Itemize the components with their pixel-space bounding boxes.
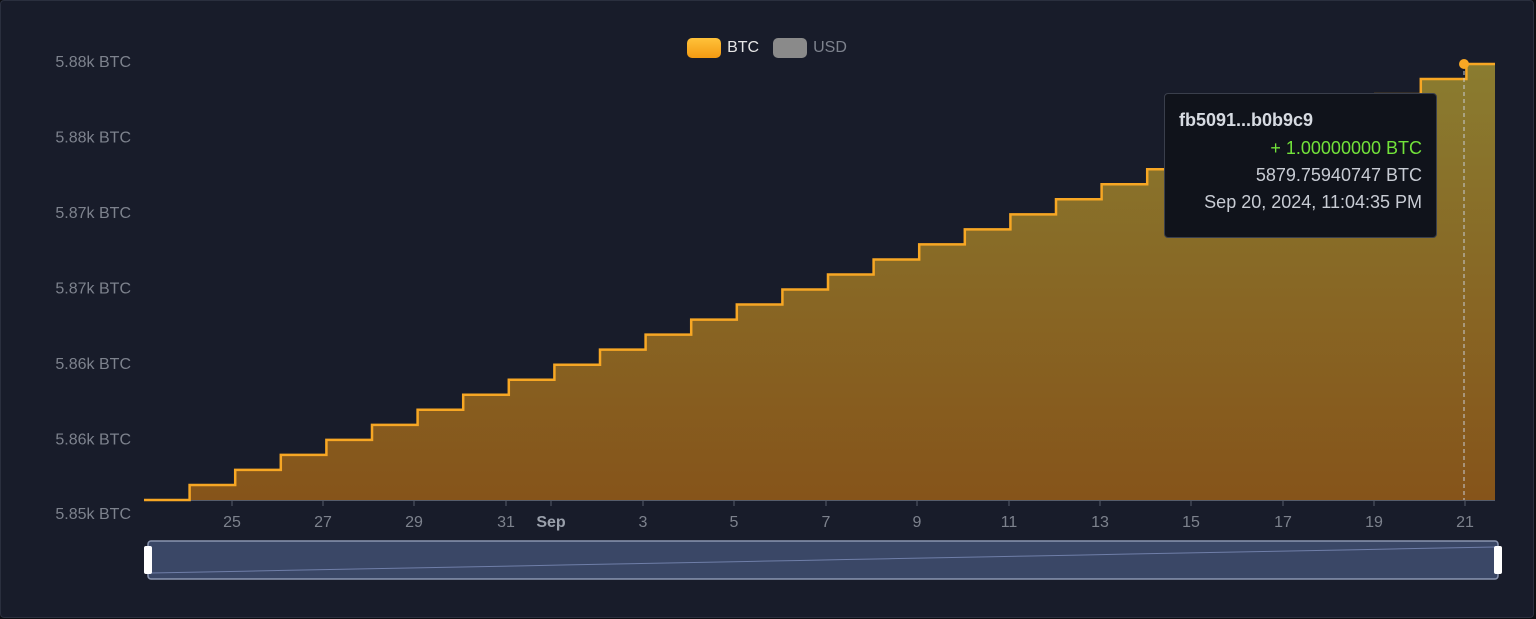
data-point[interactable] (324, 438, 328, 442)
x-tick-label: 3 (639, 514, 648, 531)
x-tick-label: 29 (405, 514, 423, 531)
data-point[interactable] (780, 288, 784, 292)
x-tick-label: 27 (314, 514, 332, 531)
data-point[interactable] (188, 483, 192, 487)
x-tick-label: 13 (1091, 514, 1109, 531)
x-tick-label: 9 (913, 514, 922, 531)
navigator-right-handle[interactable] (1494, 546, 1502, 574)
data-point[interactable] (1008, 212, 1012, 216)
x-tick-label: 15 (1182, 514, 1200, 531)
tooltip-transaction-id: fb5091...b0b9c9 (1179, 110, 1314, 130)
x-axis: 25 27 29 31 Sep 3 5 7 9 11 13 15 17 19 21 (144, 500, 1495, 531)
tooltip-change-amount: + 1.00000000 BTC (1270, 138, 1422, 158)
data-point[interactable] (1100, 182, 1104, 186)
x-tick-label: 31 (497, 514, 515, 531)
x-tick-label: 5 (730, 514, 739, 531)
x-tick-label: 7 (822, 514, 831, 531)
data-point[interactable] (279, 453, 283, 457)
data-point[interactable] (598, 348, 602, 352)
y-tick-label: 5.87k BTC (55, 205, 131, 222)
x-tick-label: 19 (1365, 514, 1383, 531)
y-tick-label: 5.85k BTC (55, 506, 131, 523)
tooltip-datetime: Sep 20, 2024, 11:04:35 PM (1204, 192, 1422, 212)
legend-label-btc: BTC (727, 39, 760, 56)
legend-label-usd: USD (813, 39, 847, 56)
data-point[interactable] (416, 408, 420, 412)
legend-swatch-btc (687, 38, 722, 58)
data-point[interactable] (689, 318, 693, 322)
data-point[interactable] (461, 393, 465, 397)
data-point[interactable] (552, 363, 556, 367)
chart-legend: BTC USD (1, 38, 1533, 58)
data-point[interactable] (1419, 77, 1423, 81)
x-tick-label: 21 (1456, 514, 1474, 531)
x-tick-label: 25 (223, 514, 241, 531)
legend-item-btc[interactable]: BTC (687, 38, 759, 58)
y-tick-label: 5.87k BTC (55, 281, 131, 298)
data-point[interactable] (644, 333, 648, 337)
x-tick-label: 17 (1274, 514, 1292, 531)
data-point[interactable] (917, 242, 921, 246)
data-point[interactable] (1464, 62, 1468, 66)
data-point[interactable] (370, 423, 374, 427)
data-point[interactable] (1054, 197, 1058, 201)
range-navigator[interactable] (144, 540, 1502, 580)
y-tick-label: 5.88k BTC (55, 130, 131, 147)
data-point[interactable] (963, 227, 967, 231)
data-point[interactable] (142, 498, 146, 502)
x-tick-label: 11 (1001, 514, 1018, 531)
data-point[interactable] (507, 378, 511, 382)
data-point[interactable] (872, 257, 876, 261)
data-point[interactable] (826, 272, 830, 276)
navigator-left-handle[interactable] (144, 546, 152, 574)
data-point[interactable] (1145, 167, 1149, 171)
legend-swatch-usd (773, 38, 808, 58)
data-point[interactable] (735, 303, 739, 307)
y-tick-label: 5.86k BTC (55, 356, 131, 373)
data-point[interactable] (233, 468, 237, 472)
tooltip-balance: 5879.75940747 BTC (1255, 165, 1422, 185)
tooltip: fb5091...b0b9c9 + 1.00000000 BTC 5879.75… (1164, 93, 1437, 238)
y-tick-label: 5.86k BTC (55, 432, 131, 449)
chart-panel: 5.88k BTC 5.88k BTC 5.87k BTC 5.87k BTC 5.86… (0, 0, 1534, 618)
legend-item-usd[interactable]: USD (773, 38, 847, 58)
y-axis: 5.88k BTC5.88k BTC5.87k BTC5.87k BTC5.86… (55, 54, 131, 523)
x-tick-label: Sep (536, 514, 566, 531)
